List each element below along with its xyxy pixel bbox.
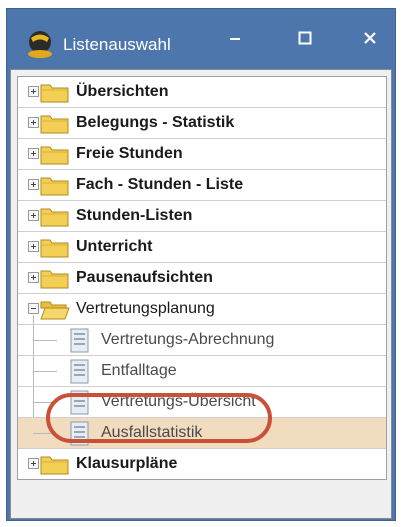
expand-icon[interactable] <box>28 272 39 283</box>
expand-icon[interactable] <box>28 458 39 469</box>
folder-label: Pausenaufsichten <box>76 269 213 286</box>
title-bar[interactable]: Listenauswahl <box>7 9 395 69</box>
folder-icon <box>40 177 69 196</box>
tree-folder-row[interactable]: Übersichten <box>18 77 386 108</box>
expand-icon[interactable] <box>28 179 39 190</box>
folder-label: Vertretungsplanung <box>76 300 215 317</box>
minimize-icon <box>230 38 240 40</box>
window-title: Listenauswahl <box>63 35 171 54</box>
list-document-icon <box>70 328 89 353</box>
expand-icon[interactable] <box>28 117 39 128</box>
folder-icon <box>40 84 69 103</box>
list-document-icon <box>70 359 89 384</box>
folder-icon <box>40 456 69 475</box>
maximize-icon <box>298 31 312 45</box>
folder-label: Fach - Stunden - Liste <box>76 176 244 193</box>
tree-folder-row[interactable]: Stunden-Listen <box>18 201 386 232</box>
tree-list-item[interactable]: Entfalltage <box>18 356 386 387</box>
maximize-button[interactable] <box>287 23 323 53</box>
expand-icon[interactable] <box>28 241 39 252</box>
tree-folder-row[interactable]: Fach - Stunden - Liste <box>18 170 386 201</box>
tree-folder-row[interactable]: Pausenaufsichten <box>18 263 386 294</box>
tree-list-item[interactable]: Vertretungs-Abrechnung <box>18 325 386 356</box>
app-logo-icon <box>28 31 52 58</box>
list-selection-window: Listenauswahl Übersichten Belegungs - St… <box>6 8 396 521</box>
expand-icon[interactable] <box>28 86 39 97</box>
expand-icon[interactable] <box>28 210 39 221</box>
folder-icon <box>40 208 69 227</box>
folder-label: Übersichten <box>76 83 169 100</box>
open-folder-icon <box>40 301 70 320</box>
tree-folder-row[interactable]: Freie Stunden <box>18 139 386 170</box>
folder-label: Klausurpläne <box>76 455 178 472</box>
window-client-area: Übersichten Belegungs - Statistik Freie … <box>10 69 392 519</box>
close-icon <box>364 32 376 44</box>
tree-folder-row[interactable]: Vertretungsplanung <box>18 294 386 325</box>
folder-label: Stunden-Listen <box>76 207 193 224</box>
folder-label: Unterricht <box>76 238 153 255</box>
tree-folder-row[interactable]: Unterricht <box>18 232 386 263</box>
tree-folder-row[interactable]: Klausurpläne <box>18 449 386 479</box>
highlight-ring <box>46 393 272 443</box>
folder-icon <box>40 270 69 289</box>
minimize-button[interactable] <box>217 23 253 53</box>
list-item-label: Entfalltage <box>101 362 177 379</box>
folder-label: Freie Stunden <box>76 145 183 162</box>
tree-branch-line <box>33 340 57 341</box>
close-button[interactable] <box>352 23 388 53</box>
folder-icon <box>40 146 69 165</box>
expand-icon[interactable] <box>28 148 39 159</box>
tree-folder-row[interactable]: Belegungs - Statistik <box>18 108 386 139</box>
folder-icon <box>40 115 69 134</box>
folder-icon <box>40 239 69 258</box>
collapse-icon[interactable] <box>28 303 39 314</box>
tree-branch-line <box>33 371 57 372</box>
folder-label: Belegungs - Statistik <box>76 114 235 131</box>
list-item-label: Vertretungs-Abrechnung <box>101 331 275 348</box>
